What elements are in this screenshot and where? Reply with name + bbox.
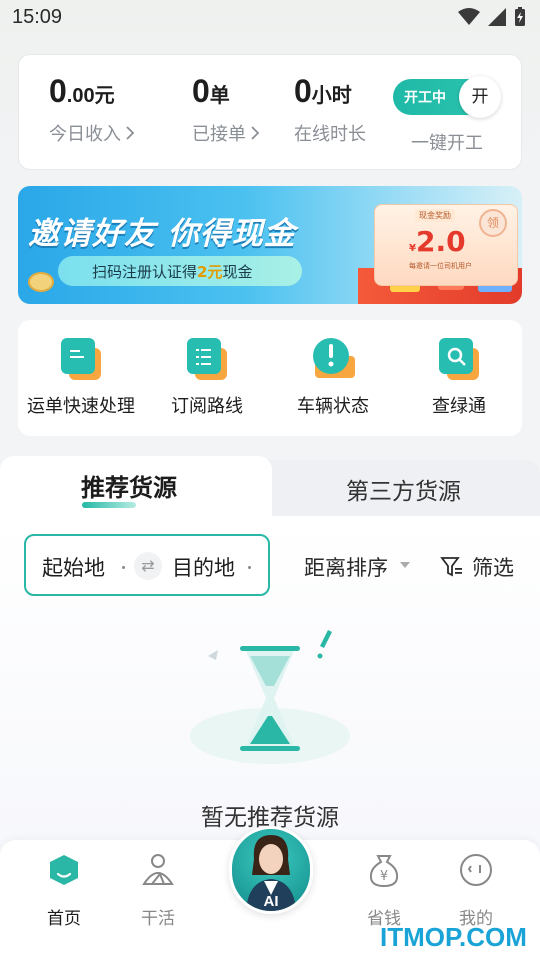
- filter-icon: [440, 557, 462, 577]
- hourglass-icon: [190, 630, 350, 764]
- caret-down-icon: [400, 562, 410, 568]
- quick-action-label: 运单快速处理: [27, 396, 135, 417]
- vehicle-status-icon: [313, 338, 355, 378]
- pill-text-after: 现金: [222, 263, 253, 281]
- search-green-pass-icon: [439, 338, 479, 380]
- signal-icon: [488, 8, 506, 26]
- nav-work[interactable]: 干活: [118, 852, 198, 929]
- cargo-content: 起始地 ⇄ 目的地 距离排序 筛选 暂无推荐货源: [0, 516, 540, 876]
- quick-action-green-pass[interactable]: 查绿通: [396, 338, 522, 418]
- income-label: 今日收入: [49, 124, 121, 145]
- subscribe-route-icon: [187, 338, 227, 380]
- quick-action-waybill[interactable]: 运单快速处理: [18, 338, 144, 418]
- nav-profile[interactable]: 我的: [436, 852, 516, 929]
- destination-selector[interactable]: 目的地: [172, 552, 235, 582]
- reward-note: 每邀请一位司机用户: [409, 262, 472, 270]
- filter-label: 筛选: [472, 556, 514, 580]
- income-value: 0: [49, 73, 67, 109]
- origin-selector[interactable]: 起始地: [42, 552, 105, 582]
- quick-action-label: 车辆状态: [297, 396, 369, 417]
- battery-icon: [515, 7, 525, 26]
- chevron-right-icon: [126, 126, 135, 140]
- orders-label: 已接单: [192, 124, 246, 145]
- route-selector: 起始地 ⇄ 目的地: [24, 534, 270, 596]
- status-bar: 15:09: [0, 0, 540, 36]
- swap-icon[interactable]: ⇄: [134, 552, 162, 580]
- nav-home[interactable]: 首页: [24, 852, 104, 929]
- banner-headline: 邀请好友 你得现金: [28, 216, 296, 252]
- work-icon: [142, 854, 174, 885]
- stats-card: 0.00元 今日收入 0单 已接单 0小时 在线时长 开工中 开 一键开工: [18, 54, 522, 170]
- tab-recommended-cargo[interactable]: 推荐货源: [81, 468, 177, 503]
- svg-text:¥: ¥: [380, 869, 388, 884]
- money-bag-icon: ¥: [369, 855, 399, 888]
- orders-value: 0: [192, 73, 210, 109]
- quick-action-label: 订阅路线: [171, 396, 243, 417]
- banner-pill: 扫码注册认证得2元现金: [58, 256, 302, 286]
- income-decimal: .00: [66, 85, 95, 107]
- sort-by-distance[interactable]: 距离排序: [304, 552, 388, 582]
- hours-label: 在线时长: [294, 124, 366, 145]
- profile-icon: [460, 854, 492, 886]
- status-time: 15:09: [12, 6, 63, 28]
- ai-assistant-button[interactable]: AI: [229, 826, 313, 914]
- nav-label: 干活: [141, 909, 175, 929]
- tab-third-party-cargo[interactable]: 第三方货源: [346, 472, 461, 506]
- reward-stamp: 领: [479, 209, 507, 237]
- waybill-icon: [61, 338, 101, 380]
- work-toggle-state: 开工中: [404, 90, 446, 106]
- orders-unit: 单: [209, 85, 230, 107]
- reward-tag: 现金奖励: [415, 209, 455, 222]
- tab-underline: [82, 502, 136, 508]
- hours-unit: 小时: [311, 85, 352, 107]
- work-toggle-knob: 开: [459, 76, 501, 118]
- quick-actions: 运单快速处理 订阅路线 车辆状态 查绿通: [18, 320, 522, 436]
- hours-value: 0: [294, 73, 312, 109]
- work-toggle-caption: 一键开工: [411, 133, 483, 154]
- ai-label: AI: [263, 893, 279, 910]
- reward-amount: 2.0: [415, 225, 466, 258]
- filter-button[interactable]: 筛选: [440, 552, 514, 582]
- nav-save-money[interactable]: ¥ 省钱: [344, 852, 424, 929]
- cash-reward-card: 现金奖励 ¥2.0 每邀请一位司机用户 领: [374, 204, 518, 286]
- pill-highlight: 2元: [197, 263, 223, 281]
- watermark: ITMOP.COM: [380, 922, 527, 952]
- income-stat[interactable]: 0.00元 今日收入: [49, 73, 135, 146]
- wifi-icon: [458, 8, 480, 25]
- coin-icon: [28, 272, 54, 292]
- orders-stat[interactable]: 0单 已接单: [192, 73, 260, 146]
- nav-label: 首页: [47, 909, 81, 929]
- work-toggle[interactable]: 开工中 开: [393, 76, 501, 118]
- reward-currency: ¥: [409, 243, 416, 254]
- pill-text-before: 扫码注册认证得: [92, 263, 198, 281]
- quick-action-vehicle-status[interactable]: 车辆状态: [270, 338, 396, 418]
- income-unit: 元: [94, 85, 115, 107]
- quick-action-subscribe-route[interactable]: 订阅路线: [144, 338, 270, 418]
- home-icon: [50, 855, 78, 885]
- cargo-tabs: 推荐货源 第三方货源: [0, 456, 540, 516]
- hours-stat: 0小时 在线时长: [294, 73, 366, 146]
- quick-action-label: 查绿通: [432, 396, 486, 417]
- invite-banner[interactable]: 邀请好友 你得现金 扫码注册认证得2元现金 现金奖励 ¥2.0 每邀请一位司机用…: [18, 186, 522, 304]
- chevron-right-icon: [251, 126, 260, 140]
